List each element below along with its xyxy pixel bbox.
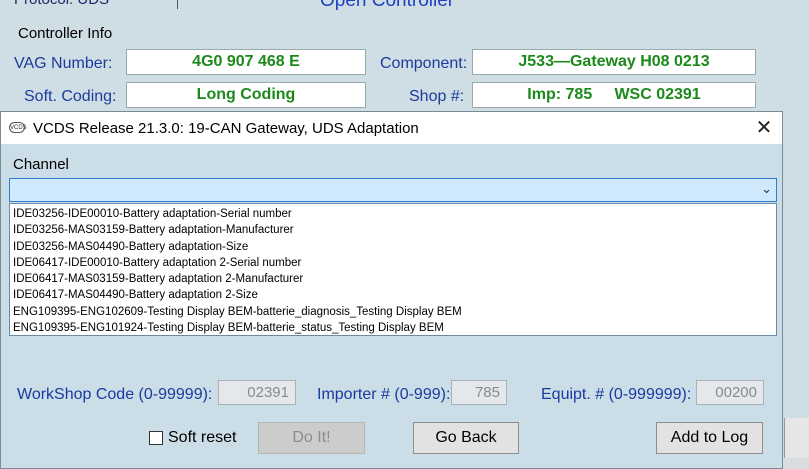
- do-it-button[interactable]: Do It!: [258, 422, 365, 454]
- soft-coding-value: Long Coding: [126, 82, 366, 108]
- soft-reset-checkbox[interactable]: [149, 431, 163, 445]
- vag-number-value: 4G0 907 468 E: [126, 49, 366, 75]
- protocol-label: Protocol: UDS: [14, 0, 109, 8]
- component-value: J533—Gateway H08 0213: [472, 49, 756, 75]
- dialog-titlebar[interactable]: VCDS VCDS Release 21.3.0: 19-CAN Gateway…: [1, 112, 782, 144]
- channel-options-list[interactable]: IDE03256-IDE00010-Battery adaptation-Ser…: [9, 203, 777, 336]
- workshop-code-label: WorkShop Code (0-99999):: [17, 386, 213, 403]
- controller-info-label: Controller Info: [18, 25, 113, 42]
- header-divider: [177, 0, 178, 9]
- shop-value: Imp: 785 WSC 02391: [472, 82, 756, 108]
- vcds-app-icon: VCDS: [9, 122, 27, 133]
- workshop-code-field[interactable]: 02391: [218, 380, 296, 405]
- chevron-down-icon[interactable]: ⌄: [761, 181, 772, 197]
- vag-number-label: VAG Number:: [14, 55, 113, 72]
- soft-reset-label[interactable]: Soft reset: [168, 429, 236, 447]
- go-back-button[interactable]: Go Back: [413, 422, 519, 454]
- channel-option[interactable]: ENG109395-ENG102609-Testing Display BEM-…: [10, 304, 776, 320]
- equipment-label: Equipt. # (0-999999):: [541, 386, 692, 403]
- equipment-field[interactable]: 00200: [696, 380, 764, 405]
- soft-coding-label: Soft. Coding:: [24, 88, 117, 105]
- channel-option[interactable]: IDE06417-MAS04490-Battery adaptation 2-S…: [10, 287, 776, 303]
- channel-label: Channel: [13, 156, 69, 173]
- shop-label: Shop #:: [409, 88, 465, 105]
- channel-option[interactable]: IDE03256-MAS03159-Battery adaptation-Man…: [10, 222, 776, 238]
- channel-option[interactable]: ENG109395-ENG101924-Testing Display BEM-…: [10, 320, 776, 336]
- channel-option[interactable]: IDE03256-IDE00010-Battery adaptation-Ser…: [10, 206, 776, 222]
- channel-option[interactable]: IDE03256-MAS04490-Battery adaptation-Siz…: [10, 239, 776, 255]
- importer-label: Importer # (0-999):: [317, 386, 451, 403]
- background-window-edge: [784, 418, 809, 458]
- open-controller-heading: Open Controller: [320, 0, 455, 11]
- importer-field[interactable]: 785: [451, 380, 507, 405]
- adaptation-dialog: VCDS VCDS Release 21.3.0: 19-CAN Gateway…: [0, 111, 783, 469]
- channel-dropdown[interactable]: ⌄: [9, 178, 777, 202]
- close-icon[interactable]: ✕: [749, 114, 779, 142]
- component-label: Component:: [380, 55, 468, 72]
- dialog-title: VCDS Release 21.3.0: 19-CAN Gateway, UDS…: [33, 120, 419, 137]
- channel-option[interactable]: IDE06417-IDE00010-Battery adaptation 2-S…: [10, 255, 776, 271]
- channel-option[interactable]: IDE06417-MAS03159-Battery adaptation 2-M…: [10, 271, 776, 287]
- add-to-log-button[interactable]: Add to Log: [656, 422, 763, 454]
